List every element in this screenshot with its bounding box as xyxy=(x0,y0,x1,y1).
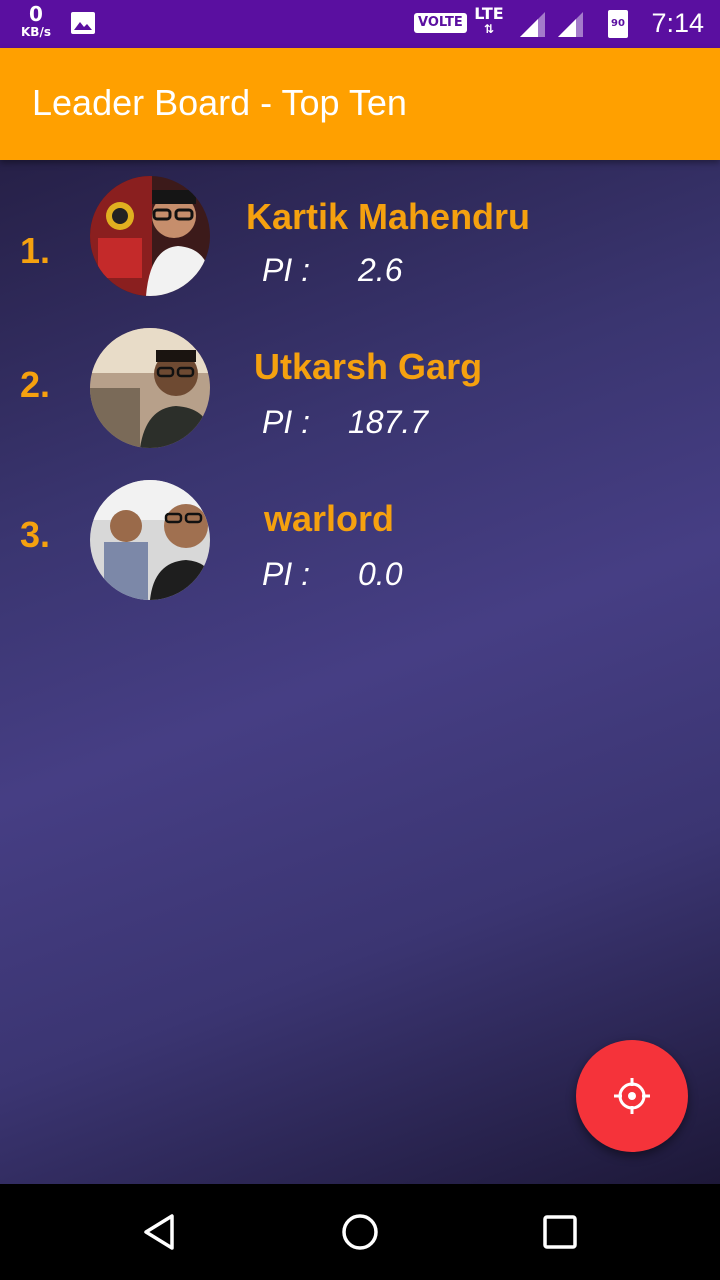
pi-value: 187.7 xyxy=(348,404,429,440)
volte-badge: VOLTE xyxy=(414,13,467,33)
status-bar: 0 KB/s VOLTE LTE ⇅ 90 7:14 xyxy=(0,0,720,48)
image-notification-icon xyxy=(70,11,96,35)
leaderboard-row[interactable]: 1. Kartik Mahendru PI : 2.6 xyxy=(0,176,720,316)
rank-number: 2. xyxy=(20,364,51,405)
battery-icon: 90 xyxy=(608,10,628,38)
lte-label: LTE xyxy=(474,4,504,23)
screen: 0 KB/s VOLTE LTE ⇅ 90 7:14 Leader Board xyxy=(0,0,720,1280)
rank-number: 1. xyxy=(20,230,51,271)
page-title: Leader Board - Top Ten xyxy=(32,82,407,123)
pi-value: 0.0 xyxy=(358,556,403,592)
avatar xyxy=(90,328,210,448)
recents-square-icon[interactable] xyxy=(540,1212,580,1252)
data-arrows-icon: ⇅ xyxy=(483,22,495,36)
clock: 7:14 xyxy=(651,8,704,38)
avatar xyxy=(90,176,210,296)
leaderboard-row[interactable]: 2. Utkarsh Garg PI : 187.7 xyxy=(0,328,720,468)
app-bar: Leader Board - Top Ten xyxy=(0,48,720,160)
network-speed-unit: KB/s xyxy=(21,25,51,39)
signal-strength-icon-2 xyxy=(558,12,583,37)
pi-label: PI : xyxy=(262,252,311,288)
player-name: Kartik Mahendru xyxy=(246,196,531,237)
pi-label: PI : xyxy=(262,556,311,592)
avatar xyxy=(90,480,210,600)
player-name: warlord xyxy=(264,498,395,539)
pi-value: 2.6 xyxy=(358,252,403,288)
back-triangle-icon[interactable] xyxy=(140,1212,180,1252)
network-speed-value: 0 xyxy=(29,2,43,26)
network-speed: 0 KB/s xyxy=(14,4,58,38)
rank-number: 3. xyxy=(20,514,51,555)
signal-strength-icon xyxy=(520,12,545,37)
pi-label: PI : xyxy=(262,404,311,440)
player-name: Utkarsh Garg xyxy=(254,346,483,387)
locate-fab-button[interactable] xyxy=(576,1040,688,1152)
lte-indicator: LTE ⇅ xyxy=(470,4,508,36)
leaderboard-list: 1. Kartik Mahendru PI : 2.6 2. Utkarsh G… xyxy=(0,160,720,1184)
home-circle-icon[interactable] xyxy=(340,1212,380,1252)
leaderboard-row[interactable]: 3. warlord PI : 0.0 xyxy=(0,480,720,620)
target-crosshair-icon xyxy=(614,1078,650,1114)
battery-level: 90 xyxy=(611,18,625,29)
navigation-bar xyxy=(0,1184,720,1280)
